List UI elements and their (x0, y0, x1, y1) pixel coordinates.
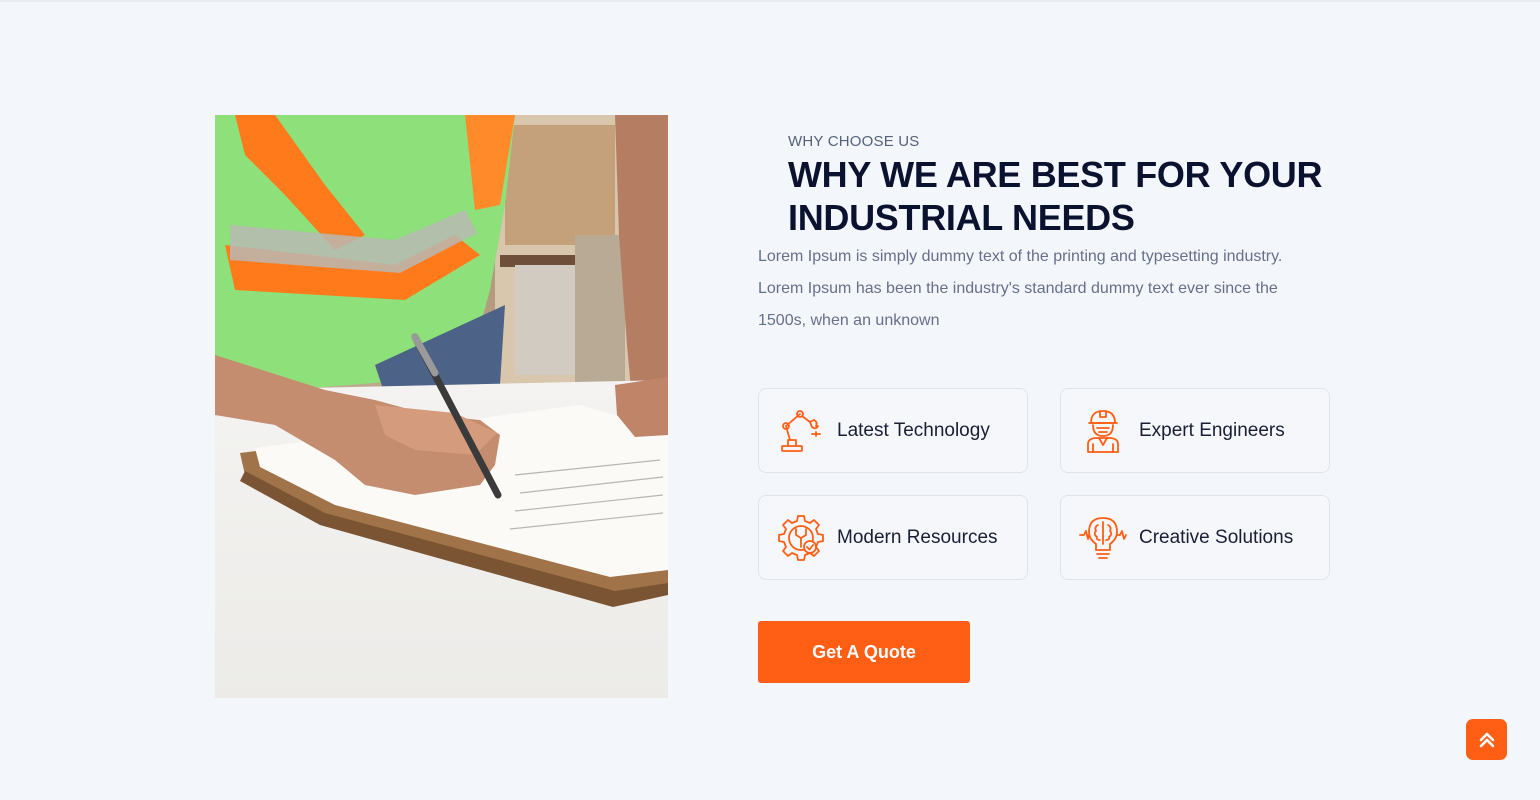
feature-card-expert-engineers[interactable]: Expert Engineers (1060, 388, 1330, 473)
section-title-line1: WHY WE ARE BEST FOR YOUR (788, 154, 1323, 195)
double-chevron-up-icon (1479, 732, 1494, 747)
section-title: WHY WE ARE BEST FOR YOUR INDUSTRIAL NEED… (788, 153, 1348, 239)
robotic-arm-icon (781, 409, 821, 452)
feature-label: Creative Solutions (1139, 526, 1294, 548)
feature-label: Expert Engineers (1139, 419, 1285, 441)
section-title-line2: INDUSTRIAL NEEDS (788, 197, 1135, 238)
feature-card-latest-technology[interactable]: Latest Technology (758, 388, 1028, 473)
feature-card-creative-solutions[interactable]: Creative Solutions (1060, 495, 1330, 580)
gear-wrench-icon (778, 514, 824, 561)
feature-label: Latest Technology (837, 419, 990, 441)
top-divider (0, 0, 1540, 2)
feature-label: Modern Resources (837, 526, 998, 548)
feature-card-modern-resources[interactable]: Modern Resources (758, 495, 1028, 580)
worker-photo (215, 115, 668, 698)
get-quote-button[interactable]: Get A Quote (758, 621, 970, 683)
engineer-helmet-icon (1087, 409, 1119, 453)
section-eyebrow: WHY CHOOSE US (788, 133, 920, 150)
lightbulb-brain-icon (1079, 516, 1127, 559)
back-to-top-button[interactable] (1466, 719, 1507, 760)
section-description: Lorem Ipsum is simply dummy text of the … (758, 248, 1283, 329)
